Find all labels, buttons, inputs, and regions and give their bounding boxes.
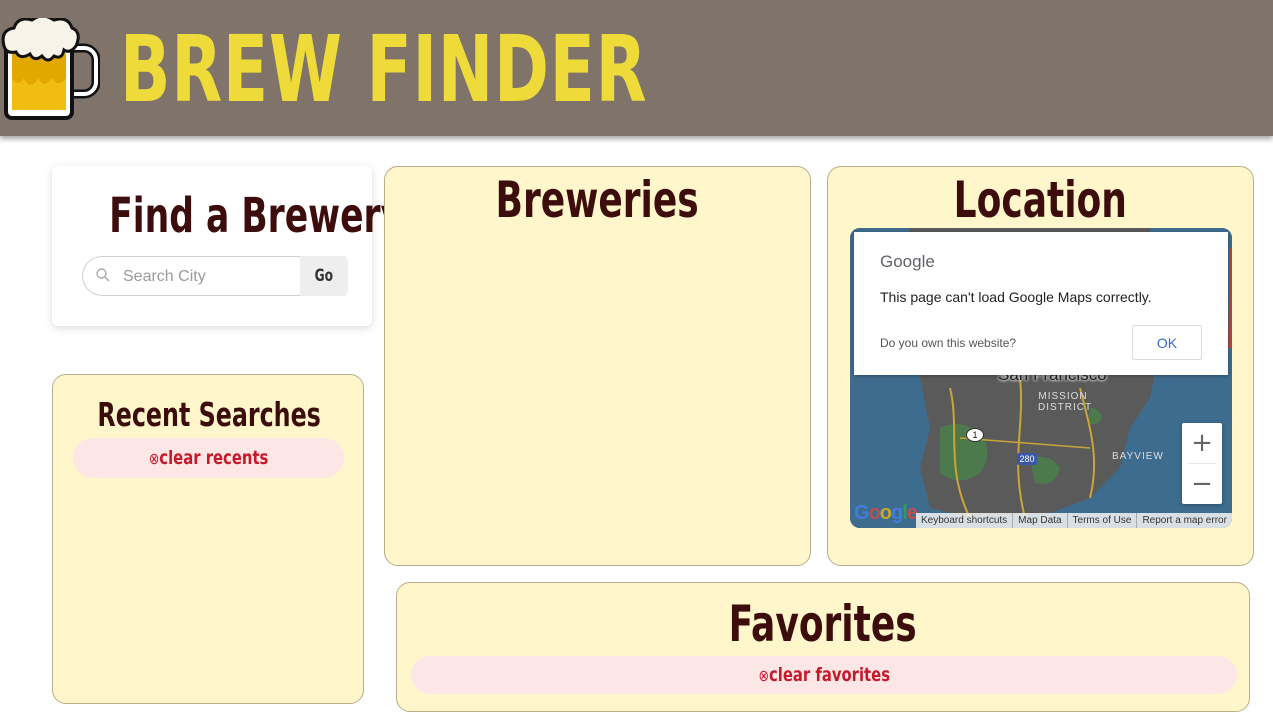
search-icon: [96, 268, 110, 282]
map-data-link[interactable]: Map Data: [1013, 513, 1068, 528]
clear-circle-icon: ⊗: [758, 666, 769, 685]
maps-error-dialog: Google This page can't load Google Maps …: [854, 232, 1228, 375]
zoom-control: + −: [1182, 423, 1222, 504]
dialog-ok-button[interactable]: OK: [1132, 325, 1202, 360]
breweries-title: Breweries: [495, 171, 700, 229]
map-footer: Keyboard shortcuts Map Data Terms of Use Re…: [916, 513, 1232, 528]
keyboard-shortcuts-link[interactable]: Keyboard shortcuts: [916, 513, 1014, 528]
clear-circle-icon: ⊗: [148, 449, 160, 468]
dialog-google-logo: Google: [880, 252, 935, 271]
map-district-label: MISSION DISTRICT: [1038, 391, 1093, 413]
favorites-title: Favorites: [728, 595, 918, 653]
breweries-panel: Breweries: [384, 166, 811, 566]
map-bayview-label: BAYVIEW: [1112, 451, 1164, 462]
dialog-message: This page can't load Google Maps correct…: [880, 289, 1152, 305]
beer-mug-icon: [1, 18, 100, 120]
dialog-own-website-link[interactable]: Do you own this website?: [880, 336, 1016, 350]
route-1-shield: 1: [966, 428, 984, 442]
clear-recents-button[interactable]: ⊗clear recents: [73, 438, 344, 478]
find-brewery-card: Find a Brewery Go: [52, 166, 404, 326]
search-city-input[interactable]: [123, 265, 293, 289]
report-error-link[interactable]: Report a map error: [1137, 513, 1231, 528]
go-button[interactable]: Go: [300, 256, 348, 296]
terms-link[interactable]: Terms of Use: [1068, 513, 1138, 528]
search-field[interactable]: [82, 256, 300, 296]
site-title: BREW FINDER: [120, 16, 648, 123]
zoom-in-button[interactable]: +: [1182, 423, 1222, 463]
zoom-out-button[interactable]: −: [1182, 464, 1222, 504]
site-header: BREW FINDER: [0, 0, 1273, 136]
recent-searches-panel: Recent Searches ⊗clear recents: [52, 374, 364, 704]
location-panel: Location San Francisco MISSION DISTRICT …: [827, 166, 1254, 566]
google-map[interactable]: San Francisco MISSION DISTRICT BAYVIEW 1…: [850, 228, 1232, 528]
google-map-logo[interactable]: Google: [854, 502, 918, 525]
recent-searches-title: Recent Searches: [97, 395, 321, 434]
favorites-panel: Favorites ⊗clear favorites: [396, 582, 1250, 712]
location-title: Location: [953, 171, 1128, 229]
route-280-shield: 280: [1017, 453, 1037, 465]
clear-favorites-button[interactable]: ⊗clear favorites: [411, 656, 1237, 694]
find-brewery-title: Find a Brewery: [109, 188, 404, 244]
